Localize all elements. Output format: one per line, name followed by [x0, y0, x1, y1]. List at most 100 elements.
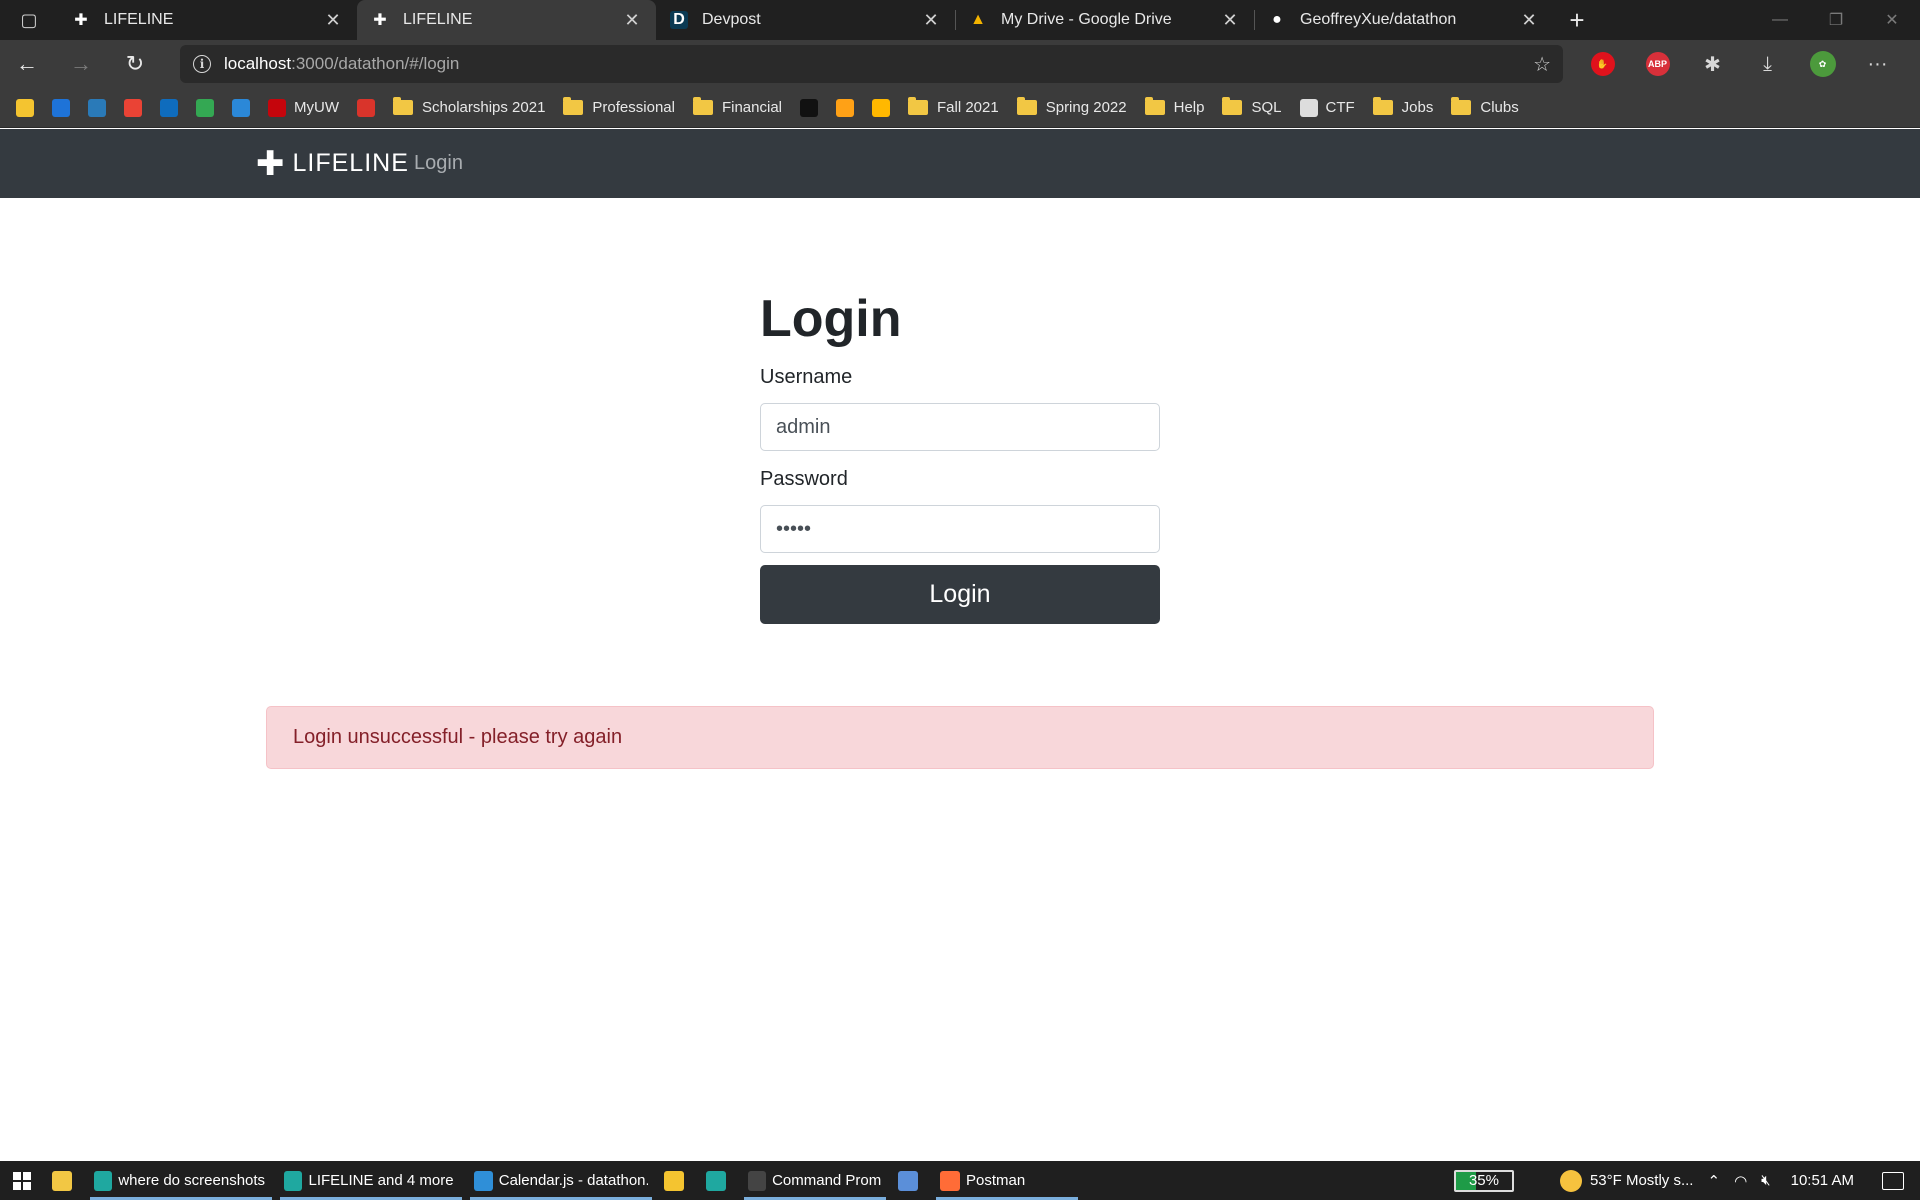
bookmark-app-icon	[16, 98, 34, 117]
bookmark-item[interactable]: Help	[1144, 97, 1204, 116]
taskbar-item-label: LIFELINE and 4 more ...	[308, 1172, 458, 1189]
back-button[interactable]: ←	[0, 40, 54, 88]
bookmark-item[interactable]: Jobs	[1372, 97, 1434, 116]
tab-close-icon[interactable]: ✕	[323, 10, 343, 31]
bookmark-label: Fall 2021	[937, 99, 999, 116]
terminal-icon	[748, 1170, 767, 1191]
tab-title: LIFELINE	[403, 11, 473, 28]
taskbar-item[interactable]: Postman	[932, 1161, 1082, 1200]
tab-actions-icon[interactable]: ▢	[0, 0, 58, 40]
taskbar-item[interactable]	[698, 1161, 740, 1200]
bookmark-item[interactable]: SQL	[1222, 97, 1282, 116]
url-host: localhost	[224, 54, 292, 73]
clock[interactable]: 10:51 AM	[1791, 1172, 1854, 1189]
adblock-icon[interactable]: ABP	[1630, 52, 1685, 76]
bookmark-item[interactable]	[357, 98, 375, 117]
download-icon[interactable]: ⤓	[1740, 53, 1795, 76]
bookmark-item[interactable]	[196, 98, 214, 117]
app-navbar: ✚ LIFELINE Login	[0, 129, 1920, 198]
folder-icon	[1222, 97, 1243, 115]
bookmark-item[interactable]: Spring 2022	[1016, 97, 1127, 116]
bookmark-app-icon	[52, 98, 70, 117]
password-field[interactable]: •••••	[760, 505, 1160, 553]
bookmark-label: MyUW	[294, 99, 339, 116]
edge-icon	[284, 1170, 303, 1191]
bookmark-item[interactable]	[836, 98, 854, 117]
battery-indicator[interactable]: 35%	[1453, 1169, 1514, 1192]
bookmark-label: Clubs	[1480, 99, 1519, 116]
brand-logo[interactable]: ✚ LIFELINE	[256, 129, 409, 198]
username-field[interactable]: admin	[760, 403, 1160, 451]
bookmark-item[interactable]	[800, 98, 818, 117]
profile-avatar-icon[interactable]: ✿	[1795, 51, 1850, 77]
bookmark-item[interactable]: Clubs	[1451, 97, 1519, 116]
notifications-icon[interactable]	[1882, 1171, 1904, 1190]
more-icon[interactable]: ···	[1850, 53, 1905, 76]
restore-icon[interactable]: ❐	[1808, 0, 1864, 40]
bookmark-item[interactable]	[88, 98, 106, 117]
bookmark-item[interactable]: CTF	[1299, 98, 1355, 117]
tab-close-icon[interactable]: ✕	[921, 10, 941, 31]
uw-icon	[268, 98, 286, 117]
bookmark-item[interactable]: Professional	[563, 97, 675, 116]
bookmark-item[interactable]: MyUW	[268, 98, 339, 117]
plus-icon: ✚	[373, 12, 387, 29]
add-favorite-icon[interactable]: ☆	[1533, 52, 1551, 77]
taskbar-item[interactable]: Command Prompt	[740, 1161, 890, 1200]
tab-close-icon[interactable]: ✕	[1220, 10, 1240, 31]
taskbar-item[interactable]	[656, 1161, 698, 1200]
bookmark-item[interactable]	[124, 98, 142, 117]
folder-icon	[1016, 97, 1037, 115]
nav-login-link[interactable]: Login	[414, 129, 463, 198]
bookmark-item[interactable]: Fall 2021	[908, 97, 999, 116]
forward-button[interactable]: →	[54, 40, 108, 88]
volume-muted-icon[interactable]: 🔇︎	[1761, 1172, 1770, 1189]
bookmark-item[interactable]: Scholarships 2021	[393, 97, 545, 116]
weather-widget[interactable]: 53°F Mostly s...	[1559, 1169, 1693, 1192]
site-info-icon[interactable]: i	[180, 55, 224, 73]
puzzle-icon[interactable]: ✱	[1685, 52, 1740, 77]
login-button[interactable]: Login	[760, 565, 1160, 624]
taskbar-item[interactable]: LIFELINE and 4 more ...	[276, 1161, 466, 1200]
close-window-icon[interactable]: ✕	[1864, 0, 1920, 40]
bookmark-item[interactable]	[52, 98, 70, 117]
browser-tab-strip: ▢ ✚ LIFELINE ✕ ✚ LIFELINE ✕ D Devpost ✕ ▲ My Drive…	[0, 0, 1920, 40]
sticky-notes-icon	[664, 1170, 684, 1191]
stop-icon[interactable]: ✋	[1575, 52, 1630, 76]
bookmark-app-icon	[836, 98, 854, 117]
tab-close-icon[interactable]: ✕	[622, 10, 642, 31]
wifi-icon[interactable]: ◠	[1734, 1172, 1747, 1190]
taskbar-item[interactable]	[44, 1161, 86, 1200]
taskbar-item[interactable]	[890, 1161, 932, 1200]
tab-close-icon[interactable]: ✕	[1519, 10, 1539, 31]
address-bar[interactable]: i localhost:3000/datathon/#/login ☆	[180, 45, 1563, 83]
username-label: Username	[760, 366, 853, 388]
taskbar-item[interactable]: Calendar.js - datathon...	[466, 1161, 656, 1200]
refresh-button[interactable]: ↻	[108, 40, 162, 88]
bookmark-item[interactable]: Financial	[692, 97, 782, 116]
bookmark-item[interactable]	[16, 98, 34, 117]
browser-tab[interactable]: D Devpost ✕	[656, 0, 955, 40]
browser-tab[interactable]: ✚ LIFELINE ✕	[357, 0, 656, 40]
browser-tab[interactable]: ▲ My Drive - Google Drive ✕	[955, 0, 1254, 40]
browser-tab[interactable]: ✚ LIFELINE ✕	[58, 0, 357, 40]
bookmark-item[interactable]	[232, 98, 250, 117]
bookmark-item[interactable]	[872, 98, 890, 117]
window-controls: — ❐ ✕	[1752, 0, 1920, 40]
bookmark-label: Jobs	[1401, 99, 1434, 116]
new-tab-button[interactable]: +	[1553, 0, 1601, 40]
folder-icon	[393, 97, 413, 115]
gmail-icon	[124, 98, 142, 117]
taskbar-item[interactable]: where do screenshots ...	[86, 1161, 276, 1200]
browser-tab[interactable]: ● GeoffreyXue/datathon ✕	[1254, 0, 1553, 40]
taskbar: where do screenshots ... LIFELINE and 4 m…	[0, 1161, 1920, 1200]
taskbar-item-label: Calendar.js - datathon...	[498, 1172, 648, 1189]
tab-title: Devpost	[702, 11, 761, 28]
show-hidden-icons[interactable]: ⌃	[1707, 1172, 1720, 1190]
start-button[interactable]	[0, 1161, 44, 1200]
plus-icon: ✚	[256, 144, 285, 183]
minimize-icon[interactable]: —	[1752, 0, 1808, 40]
book-icon	[1299, 98, 1318, 117]
bookmark-item[interactable]	[160, 98, 178, 117]
weather-icon	[1559, 1169, 1582, 1192]
